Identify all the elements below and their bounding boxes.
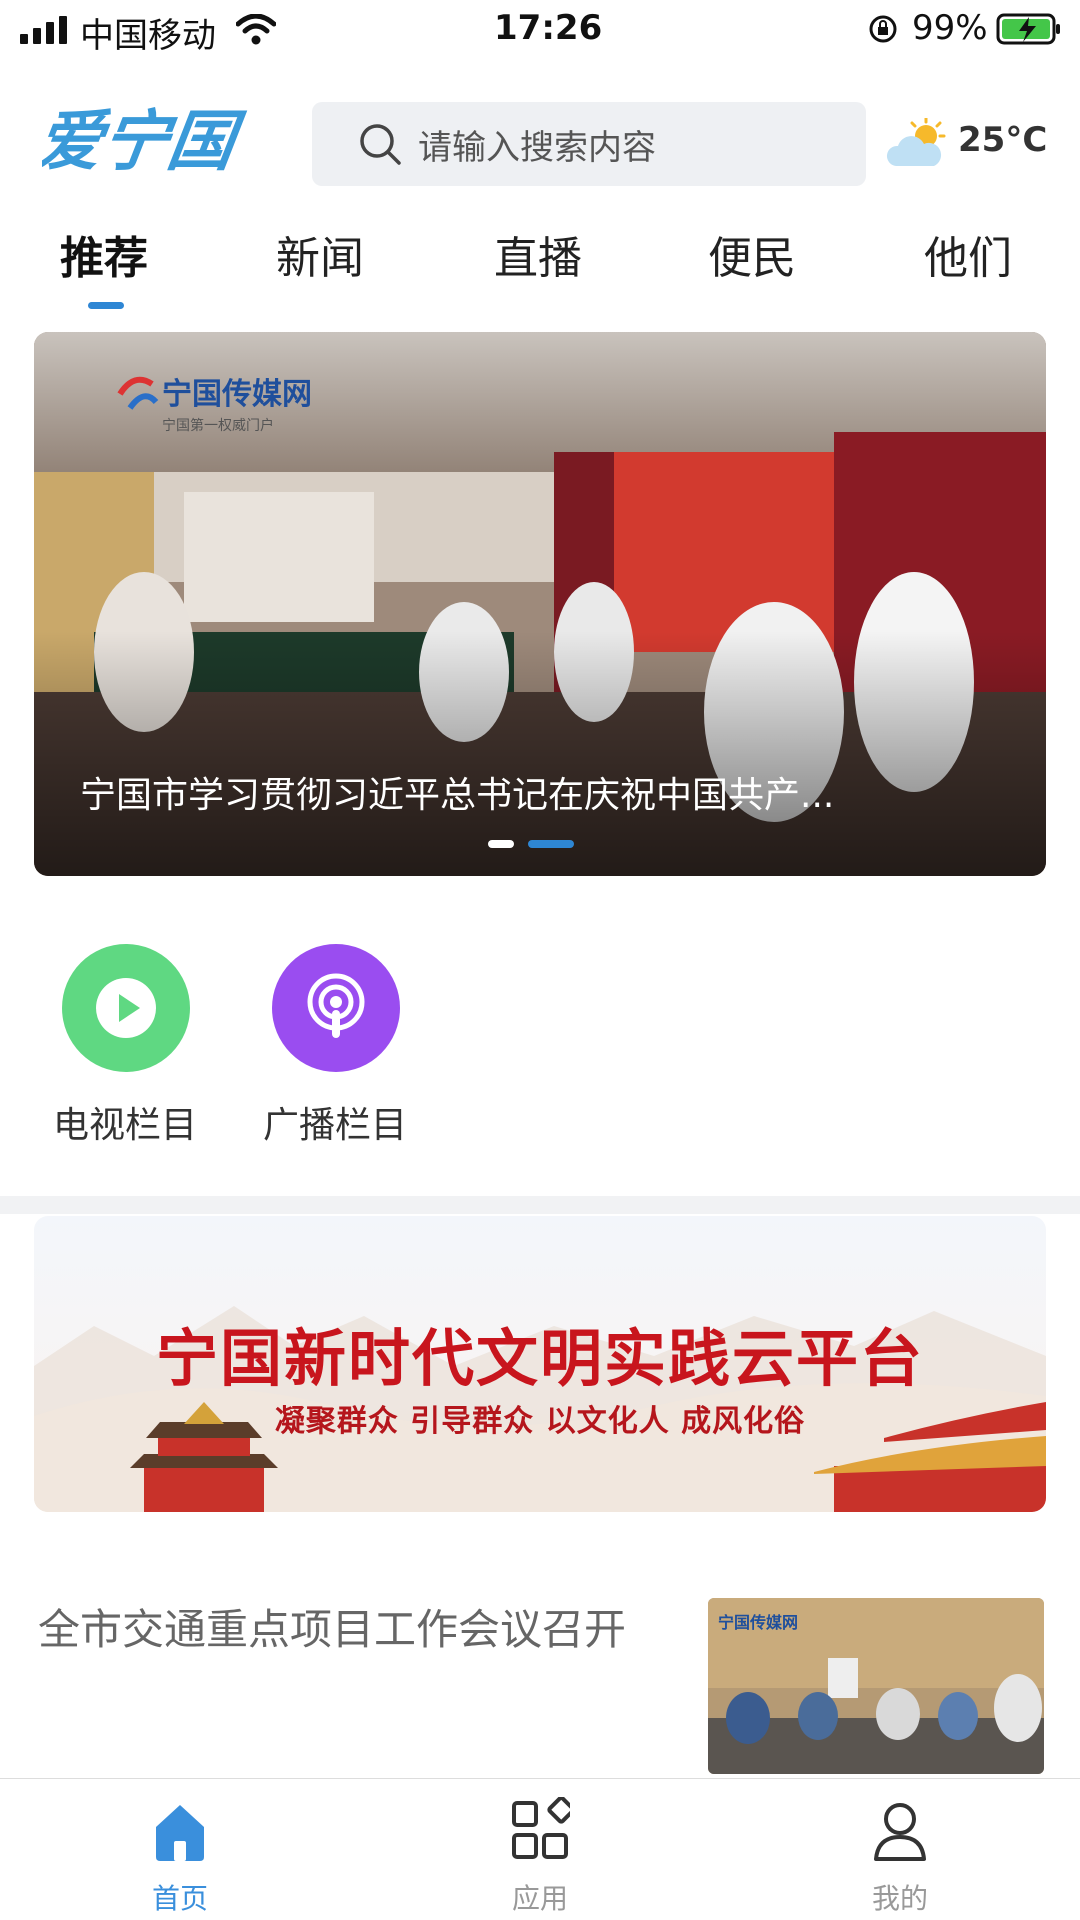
carousel-caption: 宁国市学习贯彻习近平总书记在庆祝中国共产... (80, 775, 835, 816)
app-header: 爱宁国 请输入搜索内容 25°C (0, 90, 1080, 190)
news-title: 全市交通重点项目工作会议召开 (38, 1605, 627, 1654)
radio-programs-label: 广播栏目 (262, 1105, 407, 1146)
user-icon (874, 1803, 926, 1861)
temperature: 25°C (958, 120, 1048, 160)
rotation-lock-icon (869, 15, 897, 43)
news-carousel[interactable]: 宁国传媒网 宁国第一权威门户 宁国市学习贯彻习近平总书记在庆祝中国共产... (34, 332, 1046, 876)
radio-programs-entry[interactable]: 广播栏目 (250, 944, 420, 1146)
search-icon (360, 124, 401, 165)
battery-charging-icon (996, 13, 1060, 45)
search-placeholder: 请输入搜索内容 (418, 128, 656, 168)
carousel-dot[interactable] (488, 840, 514, 848)
nav-home-label: 首页 (151, 1882, 208, 1915)
active-tab-indicator (88, 302, 124, 309)
nav-profile[interactable]: 我的 (820, 1797, 980, 1917)
banner-subtitle: 凝聚群众 引导群众 以文化人 成风化俗 (274, 1404, 806, 1439)
nav-home[interactable]: 首页 (100, 1797, 260, 1917)
tab-news[interactable]: 新闻 (276, 222, 364, 286)
weather-partly-sunny-icon (886, 118, 946, 166)
tv-programs-label: 电视栏目 (52, 1105, 197, 1146)
status-bar: 中国移动 17:26 99% (0, 0, 1080, 58)
tab-recommend[interactable]: 推荐 (60, 222, 148, 286)
tv-programs-entry[interactable]: 电视栏目 (40, 944, 210, 1146)
bottom-navigation: 首页 应用 我的 (0, 1778, 1080, 1920)
wifi-icon (236, 14, 276, 45)
banner-title: 宁国新时代文明实践云平台 (155, 1322, 924, 1395)
section-divider (0, 1196, 1080, 1214)
podcast-icon (307, 973, 365, 1038)
nav-apps-label: 应用 (511, 1882, 568, 1915)
civilization-platform-banner[interactable]: 宁国新时代文明实践云平台 凝聚群众 引导群众 以文化人 成风化俗 (34, 1216, 1046, 1512)
home-icon (156, 1805, 204, 1861)
tab-live[interactable]: 直播 (494, 222, 582, 286)
carousel-dot-active[interactable] (528, 840, 574, 848)
tv-entry-circle (62, 944, 190, 1072)
media-logo: 宁国传媒网 宁国第一权威门户 (117, 376, 312, 434)
nav-apps[interactable]: 应用 (460, 1797, 620, 1917)
tab-them[interactable]: 他们 (924, 222, 1012, 286)
tab-services[interactable]: 便民 (708, 222, 796, 286)
svg-text:宁国传媒网: 宁国传媒网 (162, 377, 312, 412)
apps-icon (512, 1797, 570, 1859)
news-list-item[interactable]: 全市交通重点项目工作会议召开 宁国传媒网 (0, 1596, 1080, 1776)
news-thumbnail: 宁国传媒网 (708, 1598, 1044, 1774)
battery-percent: 99% (912, 8, 988, 48)
signal-icon (20, 16, 67, 44)
svg-text:宁国第一权威门户: 宁国第一权威门户 (162, 417, 274, 434)
app-logo[interactable]: 爱宁国 (42, 100, 292, 180)
carrier-name: 中国移动 (80, 16, 216, 56)
carousel-dots (488, 840, 618, 850)
category-tabs: 推荐 新闻 直播 便民 他们 (0, 222, 1080, 312)
clock-time: 17:26 (494, 8, 603, 48)
svg-text:爱宁国: 爱宁国 (42, 102, 249, 180)
search-bar[interactable]: 请输入搜索内容 (312, 102, 866, 186)
svg-text:宁国传媒网: 宁国传媒网 (718, 1613, 798, 1632)
radio-entry-circle (272, 944, 400, 1072)
nav-profile-label: 我的 (871, 1882, 928, 1915)
play-icon (96, 978, 156, 1038)
